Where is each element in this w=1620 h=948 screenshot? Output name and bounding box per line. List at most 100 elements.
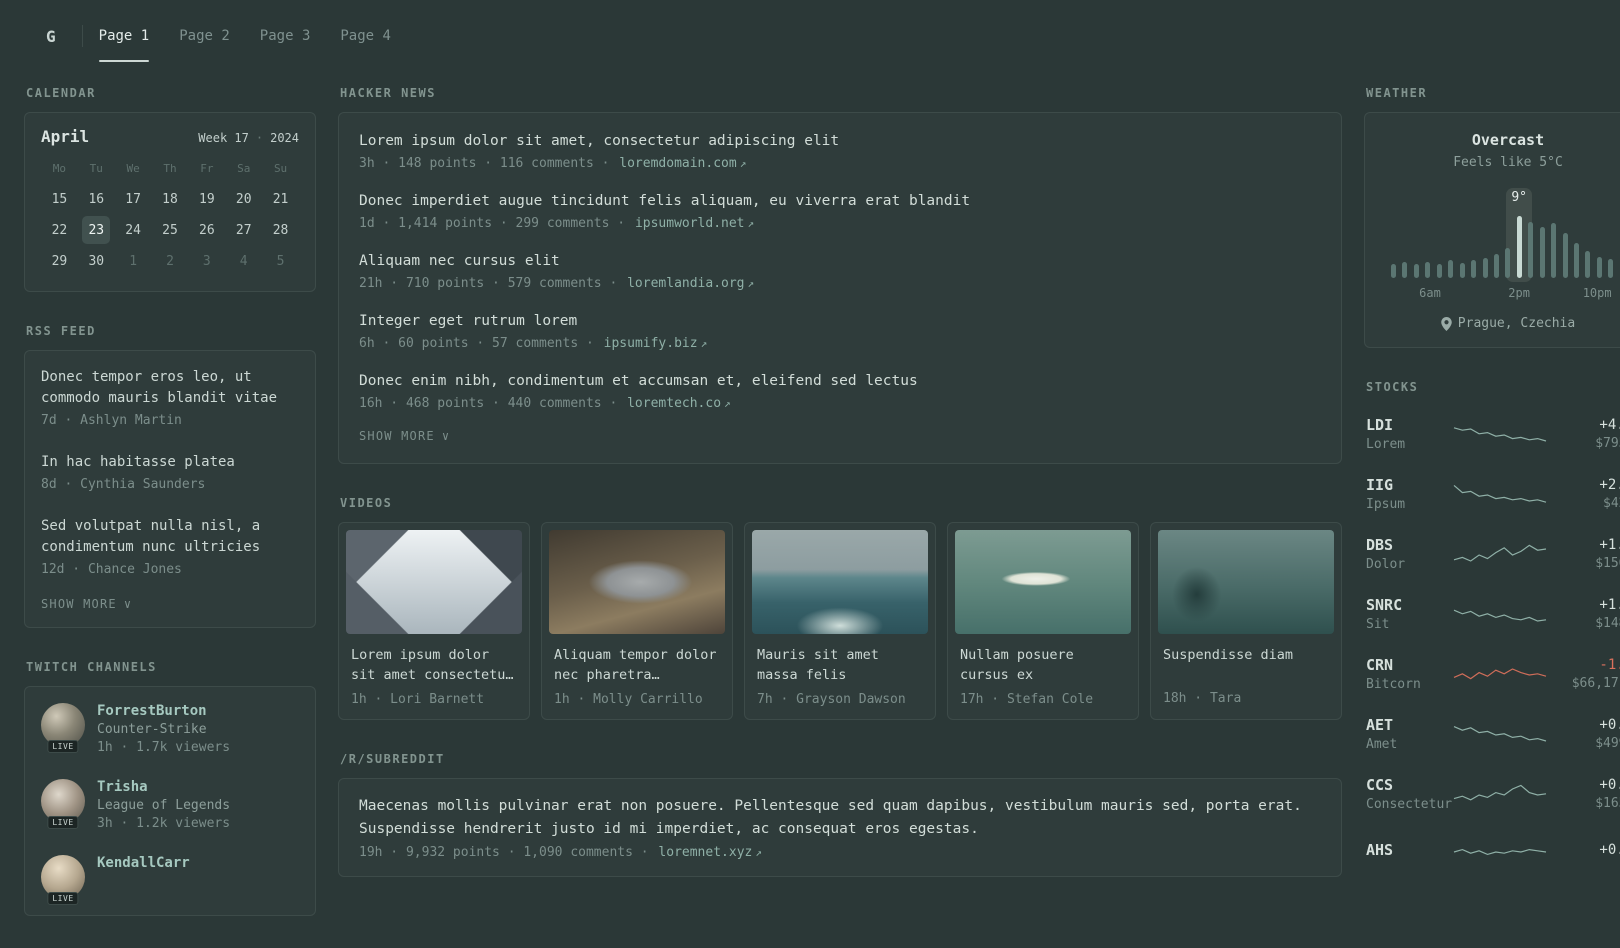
twitch-channel[interactable]: LIVE Trisha League of Legends 3h · 1.2k …	[41, 767, 299, 843]
calendar-day[interactable]: 5	[267, 247, 295, 275]
rss-item[interactable]: Sed volutpat nulla nisl, a condimentum n…	[41, 504, 299, 589]
hn-item[interactable]: Aliquam nec cursus elit 21h · 710 points…	[359, 241, 1321, 301]
stock-row[interactable]: AHS+0.46%	[1364, 824, 1620, 878]
tab-page-4[interactable]: Page 4	[340, 4, 391, 68]
hn-domain-text: loremtech.co	[627, 396, 721, 411]
calendar-day[interactable]: 4	[230, 247, 258, 275]
calendar-day[interactable]: 26	[193, 216, 221, 244]
hn-item[interactable]: Lorem ipsum dolor sit amet, consectetur …	[359, 121, 1321, 181]
post-title[interactable]: Maecenas mollis pulvinar erat non posuer…	[359, 795, 1321, 841]
video-card[interactable]: Lorem ipsum dolor sit amet consectetu… 1…	[338, 522, 530, 720]
calendar-day[interactable]: 17	[119, 185, 147, 213]
tab-page-1[interactable]: Page 1	[99, 4, 150, 68]
calendar-day[interactable]: 30	[82, 247, 110, 275]
stock-symbol: DBS	[1366, 536, 1442, 554]
video-card[interactable]: Mauris sit amet massa felis 7h · Grayson…	[744, 522, 936, 720]
hn-item-title[interactable]: Integer eget rutrum lorem	[359, 311, 1321, 332]
rss-show-more[interactable]: SHOW MORE ∨	[41, 589, 299, 623]
channel-name[interactable]: ForrestBurton	[97, 703, 230, 719]
video-title[interactable]: Suspendisse diam	[1151, 641, 1341, 685]
stock-row[interactable]: CCSConsectetur+0.51%$165.84	[1364, 764, 1620, 824]
app-logo[interactable]: G	[36, 4, 66, 68]
stock-row[interactable]: LDILorem+4.35%$795.18	[1364, 404, 1620, 464]
video-title[interactable]: Nullam posuere cursus ex	[948, 641, 1138, 686]
video-card[interactable]: Aliquam tempor dolor nec pharetra… 1h · …	[541, 522, 733, 720]
stock-row[interactable]: DBSDolor+1.42%$156.28	[1364, 524, 1620, 584]
video-title[interactable]: Mauris sit amet massa felis	[745, 641, 935, 686]
hn-item-domain[interactable]: loremtech.co↗	[627, 396, 731, 411]
video-thumbnail[interactable]	[1158, 530, 1334, 634]
video-thumbnail[interactable]	[955, 530, 1131, 634]
stock-row[interactable]: CRNBitcorn-1.00%$66,171.48	[1364, 644, 1620, 704]
stock-row[interactable]: AETAmet+0.92%$499.72	[1364, 704, 1620, 764]
video-thumbnail[interactable]	[549, 530, 725, 634]
weather-card: Overcast Feels like 5°C 9°6am2pm10pm Pra…	[1364, 112, 1620, 348]
calendar-day-selected[interactable]: 23	[82, 216, 110, 244]
calendar-day[interactable]: 21	[267, 185, 295, 213]
video-thumbnail[interactable]	[346, 530, 522, 634]
channel-name[interactable]: KendallCarr	[97, 855, 190, 871]
weather-bar	[1448, 260, 1453, 278]
calendar-day[interactable]: 24	[119, 216, 147, 244]
video-title[interactable]: Lorem ipsum dolor sit amet consectetu…	[339, 641, 529, 686]
weather-bar	[1540, 227, 1545, 278]
calendar-day[interactable]: 25	[156, 216, 184, 244]
calendar-day[interactable]: 29	[45, 247, 73, 275]
calendar-day[interactable]: 18	[156, 185, 184, 213]
calendar-day[interactable]: 1	[119, 247, 147, 275]
calendar-day[interactable]: 15	[45, 185, 73, 213]
rss-item-title[interactable]: Donec tempor eros leo, ut commodo mauris…	[41, 367, 299, 409]
post-domain[interactable]: loremnet.xyz↗	[658, 845, 762, 860]
hn-item-domain[interactable]: loremdomain.com↗	[619, 156, 746, 171]
calendar-day[interactable]: 16	[82, 185, 110, 213]
hn-item-domain[interactable]: ipsumify.biz↗	[604, 336, 708, 351]
hn-item[interactable]: Donec enim nibh, condimentum et accumsan…	[359, 361, 1321, 421]
calendar-day[interactable]: 22	[45, 216, 73, 244]
channel-name[interactable]: Trisha	[97, 779, 230, 795]
stock-row[interactable]: IIGIpsum+2.84%$42.04	[1364, 464, 1620, 524]
tab-page-3[interactable]: Page 3	[260, 4, 311, 68]
hn-show-more[interactable]: SHOW MORE ∨	[359, 421, 1321, 455]
calendar-day[interactable]: 20	[230, 185, 258, 213]
calendar-day[interactable]: 27	[230, 216, 258, 244]
stock-symbol: CCS	[1366, 776, 1442, 794]
rss-item-title[interactable]: In hac habitasse platea	[41, 452, 299, 473]
hn-item-title[interactable]: Lorem ipsum dolor sit amet, consectetur …	[359, 131, 1321, 152]
rss-item-title[interactable]: Sed volutpat nulla nisl, a condimentum n…	[41, 516, 299, 558]
stock-symbol: IIG	[1366, 476, 1442, 494]
video-card[interactable]: Suspendisse diam 18h · Tara	[1150, 522, 1342, 720]
hn-item[interactable]: Donec imperdiet augue tincidunt felis al…	[359, 181, 1321, 241]
widget-title-hackernews: HACKER NEWS	[340, 86, 1342, 100]
channel-info: Trisha League of Legends 3h · 1.2k viewe…	[97, 779, 230, 831]
show-more-label: SHOW MORE	[41, 597, 117, 611]
twitch-channel[interactable]: LIVE ForrestBurton Counter-Strike 1h · 1…	[41, 691, 299, 767]
stock-name: Amet	[1366, 737, 1442, 752]
hn-item-domain[interactable]: ipsumworld.net↗	[635, 216, 754, 231]
video-title[interactable]: Aliquam tempor dolor nec pharetra…	[542, 641, 732, 686]
stock-sparkline	[1452, 779, 1548, 809]
rss-item[interactable]: In hac habitasse platea 8d · Cynthia Sau…	[41, 440, 299, 504]
hn-item-title[interactable]: Donec enim nibh, condimentum et accumsan…	[359, 371, 1321, 392]
dashboard-columns: CALENDAR April Week 17 · 2024 MoTuWeThFr…	[24, 68, 1545, 948]
twitch-channel[interactable]: LIVE KendallCarr	[41, 843, 299, 911]
weather-time-label: 6am	[1419, 286, 1441, 300]
calendar-day[interactable]: 2	[156, 247, 184, 275]
weather-time-labels: 6am2pm10pm	[1391, 286, 1620, 300]
calendar-day[interactable]: 3	[193, 247, 221, 275]
hn-domain-text: ipsumify.biz	[604, 336, 698, 351]
hn-item-title[interactable]: Donec imperdiet augue tincidunt felis al…	[359, 191, 1321, 212]
rss-card: Donec tempor eros leo, ut commodo mauris…	[24, 350, 316, 628]
calendar-day[interactable]: 28	[267, 216, 295, 244]
hn-item-title[interactable]: Aliquam nec cursus elit	[359, 251, 1321, 272]
hn-item-domain[interactable]: loremlandia.org↗	[627, 276, 754, 291]
rss-item-meta: 7d · Ashlyn Martin	[41, 413, 299, 428]
video-card[interactable]: Nullam posuere cursus ex 17h · Stefan Co…	[947, 522, 1139, 720]
rss-item[interactable]: Donec tempor eros leo, ut commodo mauris…	[41, 355, 299, 440]
tab-page-2[interactable]: Page 2	[179, 4, 230, 68]
stock-symbol: AET	[1366, 716, 1442, 734]
stock-row[interactable]: SNRCSit+1.36%$148.64	[1364, 584, 1620, 644]
calendar-weekdays: MoTuWeThFrSaSu	[41, 162, 299, 175]
video-thumbnail[interactable]	[752, 530, 928, 634]
hn-item[interactable]: Integer eget rutrum lorem 6h · 60 points…	[359, 301, 1321, 361]
calendar-day[interactable]: 19	[193, 185, 221, 213]
